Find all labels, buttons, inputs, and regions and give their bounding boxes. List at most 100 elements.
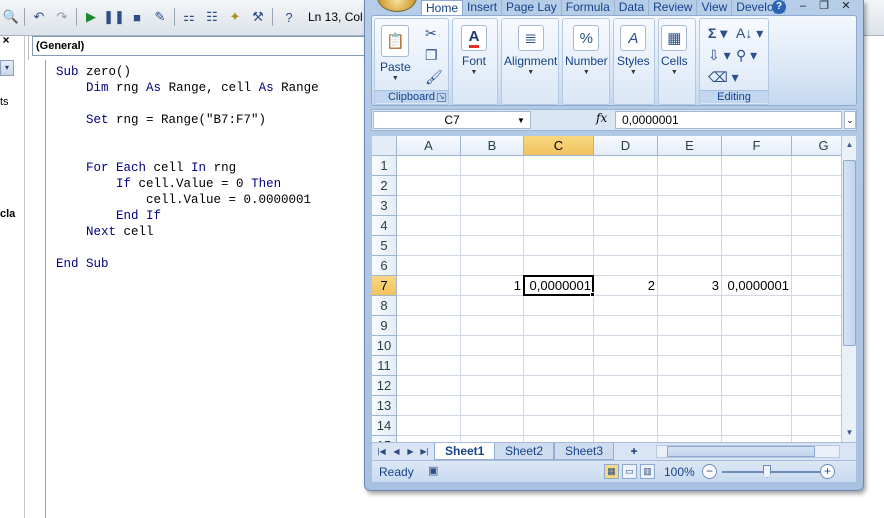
- minimize-button[interactable]: –: [796, 0, 810, 14]
- select-all-corner[interactable]: [372, 136, 397, 156]
- code-line[interactable]: End Sub: [56, 256, 319, 272]
- chevron-down-icon[interactable]: ▼: [517, 116, 525, 125]
- first-sheet-icon[interactable]: |◀: [376, 445, 387, 458]
- vertical-scrollbar[interactable]: ▲ ▼: [841, 136, 856, 442]
- tab-page-layout[interactable]: Page Lay: [502, 0, 562, 15]
- column-header[interactable]: F: [722, 136, 792, 156]
- cells-group[interactable]: ▦ Cells ▼: [658, 18, 696, 105]
- page-layout-view-icon[interactable]: ▭: [622, 464, 637, 479]
- sheet-tab[interactable]: Sheet3: [554, 443, 615, 460]
- copy-icon[interactable]: ❐: [425, 47, 438, 64]
- number-group[interactable]: % Number ▼: [562, 18, 610, 105]
- close-pane-button[interactable]: ×: [0, 33, 12, 47]
- tab-data[interactable]: Data: [615, 0, 650, 15]
- margin-indicator-bar[interactable]: [28, 60, 46, 518]
- find-select-icon[interactable]: ⚲ ▾: [736, 47, 757, 64]
- column-header[interactable]: D: [594, 136, 658, 156]
- tab-formulas[interactable]: Formula: [562, 0, 615, 15]
- sheet-tab[interactable]: Sheet2: [494, 443, 555, 460]
- code-line[interactable]: Set rng = Range("B7:F7"): [56, 112, 319, 128]
- column-header[interactable]: A: [397, 136, 461, 156]
- alignment-group[interactable]: ≣ Alignment ▼: [501, 18, 559, 105]
- reset-icon[interactable]: ■: [128, 8, 146, 26]
- dialog-launcher-icon[interactable]: ↘: [437, 93, 446, 102]
- row-header[interactable]: 2: [372, 176, 397, 196]
- scroll-thumb[interactable]: [843, 160, 856, 346]
- paste-button[interactable]: 📋 Paste ▼: [380, 25, 411, 82]
- row-header[interactable]: 14: [372, 416, 397, 436]
- zoom-slider-thumb[interactable]: [763, 465, 771, 478]
- row-header[interactable]: 13: [372, 396, 397, 416]
- scroll-up-icon[interactable]: ▲: [843, 138, 856, 152]
- code-line[interactable]: If cell.Value = 0 Then: [56, 176, 319, 192]
- scroll-arrow-icon[interactable]: ▾: [0, 60, 14, 76]
- last-sheet-icon[interactable]: ▶|: [419, 445, 430, 458]
- formula-input[interactable]: 0,0000001: [615, 111, 842, 129]
- column-header[interactable]: G: [792, 136, 842, 156]
- row-header[interactable]: 8: [372, 296, 397, 316]
- design-mode-icon[interactable]: ✎: [151, 8, 169, 26]
- cell-f7[interactable]: 0,0000001: [722, 276, 792, 296]
- close-button[interactable]: ✕: [839, 0, 853, 14]
- scroll-thumb[interactable]: [667, 446, 815, 457]
- code-editor[interactable]: Sub zero() Dim rng As Range, cell As Ran…: [56, 64, 319, 272]
- cut-icon[interactable]: ✂: [425, 25, 437, 42]
- code-line[interactable]: cell.Value = 0.0000001: [56, 192, 319, 208]
- sort-filter-icon[interactable]: A↓ ▾: [736, 25, 763, 42]
- code-line[interactable]: [56, 96, 319, 112]
- tab-view[interactable]: View: [697, 0, 733, 15]
- styles-group[interactable]: A Styles ▼: [613, 18, 655, 105]
- number-button[interactable]: % Number ▼: [565, 25, 608, 76]
- object-browser-icon[interactable]: ✦: [226, 8, 244, 26]
- fill-icon[interactable]: ⇩ ▾: [708, 47, 731, 64]
- styles-button[interactable]: A Styles ▼: [617, 25, 650, 76]
- code-line[interactable]: Dim rng As Range, cell As Range: [56, 80, 319, 96]
- column-header[interactable]: B: [461, 136, 524, 156]
- zoom-in-button[interactable]: +: [820, 464, 835, 479]
- font-button[interactable]: A Font ▼: [461, 25, 487, 76]
- tab-insert[interactable]: Insert: [463, 0, 503, 15]
- cells-button[interactable]: ▦ Cells ▼: [661, 25, 688, 76]
- sheet-tab[interactable]: Sheet1: [434, 443, 496, 460]
- scroll-down-icon[interactable]: ▼: [843, 426, 856, 440]
- fill-handle[interactable]: [590, 292, 595, 297]
- row-header[interactable]: 1: [372, 156, 397, 176]
- code-line[interactable]: Sub zero(): [56, 64, 319, 80]
- prev-sheet-icon[interactable]: ◀: [391, 445, 402, 458]
- alignment-button[interactable]: ≣ Alignment ▼: [504, 25, 557, 76]
- properties-icon[interactable]: ☷: [203, 8, 221, 26]
- zoom-level[interactable]: 100%: [664, 465, 695, 479]
- row-header[interactable]: 12: [372, 376, 397, 396]
- toolbox-icon[interactable]: ⚒: [249, 8, 267, 26]
- find-icon[interactable]: 🔍: [2, 8, 20, 26]
- code-line[interactable]: [56, 240, 319, 256]
- help-icon[interactable]: ?: [280, 8, 298, 26]
- code-line[interactable]: Next cell: [56, 224, 319, 240]
- insert-sheet-icon[interactable]: ✚: [626, 445, 642, 458]
- format-painter-icon[interactable]: 🖌: [425, 69, 443, 86]
- object-combo[interactable]: (General): [32, 36, 368, 56]
- cell-e7[interactable]: 3: [658, 276, 722, 296]
- code-line[interactable]: End If: [56, 208, 319, 224]
- page-break-view-icon[interactable]: ▥: [640, 464, 655, 479]
- break-icon[interactable]: ❚❚: [103, 8, 125, 26]
- name-box[interactable]: C7: [373, 111, 531, 129]
- tab-home[interactable]: Home: [421, 0, 464, 15]
- row-header[interactable]: 11: [372, 356, 397, 376]
- normal-view-icon[interactable]: ▦: [604, 464, 619, 479]
- insert-function-icon[interactable]: fx: [596, 111, 607, 125]
- run-icon[interactable]: ▶: [82, 8, 100, 26]
- row-header[interactable]: 10: [372, 336, 397, 356]
- clear-icon[interactable]: ⌫ ▾: [708, 69, 739, 86]
- zoom-out-button[interactable]: −: [702, 464, 717, 479]
- column-header[interactable]: C: [524, 136, 594, 156]
- autosum-icon[interactable]: Σ ▾: [708, 25, 727, 42]
- row-header[interactable]: 9: [372, 316, 397, 336]
- row-header[interactable]: 5: [372, 236, 397, 256]
- help-icon[interactable]: ?: [772, 0, 786, 14]
- project-explorer-icon[interactable]: ⚏: [180, 8, 198, 26]
- restore-button[interactable]: ❐: [817, 0, 831, 14]
- next-sheet-icon[interactable]: ▶: [405, 445, 416, 458]
- undo-icon[interactable]: ↶: [30, 8, 48, 26]
- row-header[interactable]: 3: [372, 196, 397, 216]
